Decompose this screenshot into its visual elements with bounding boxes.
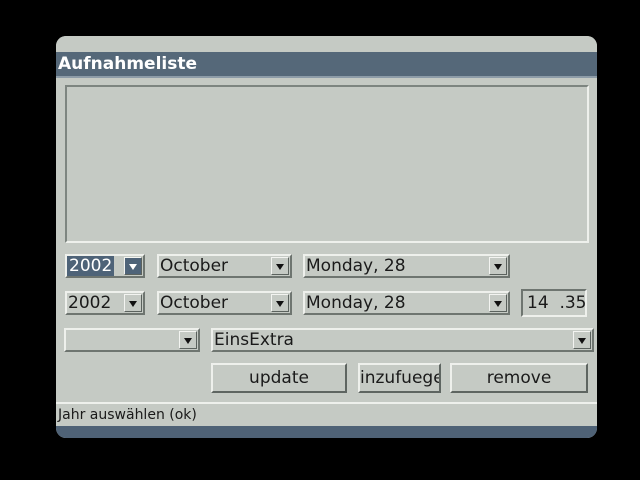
- window-title: Aufnahmeliste: [58, 54, 198, 74]
- title-bar: Aufnahmeliste: [56, 52, 597, 76]
- remove-button[interactable]: remove: [450, 363, 588, 393]
- end-day-select[interactable]: Monday, 28: [303, 291, 510, 315]
- end-month-value: October: [160, 293, 229, 313]
- start-year-select[interactable]: 2002: [65, 254, 145, 278]
- status-bar: Jahr auswählen (ok): [56, 402, 597, 426]
- chevron-down-icon[interactable]: [124, 294, 142, 312]
- chevron-down-icon[interactable]: [271, 257, 289, 275]
- recording-list-window: Aufnahmeliste 2002 October Monday, 28 20…: [56, 36, 597, 438]
- end-day-value: Monday, 28: [306, 293, 406, 313]
- status-text: Jahr auswählen (ok): [58, 407, 197, 423]
- chevron-down-icon[interactable]: [489, 294, 507, 312]
- add-button[interactable]: inzufuege: [358, 363, 441, 393]
- chevron-down-icon[interactable]: [271, 294, 289, 312]
- channel-select[interactable]: EinsExtra: [211, 328, 594, 352]
- title-divider: [56, 76, 597, 78]
- channel-value: EinsExtra: [214, 330, 294, 350]
- window-top-edge: [56, 36, 597, 52]
- start-month-value: October: [160, 256, 229, 276]
- chevron-down-icon[interactable]: [573, 331, 591, 349]
- end-month-select[interactable]: October: [157, 291, 292, 315]
- end-time-field[interactable]: 14 .35: [521, 289, 587, 317]
- recording-list-box[interactable]: [65, 85, 589, 243]
- window-bottom-edge: [56, 426, 597, 438]
- chevron-down-icon[interactable]: [124, 257, 142, 275]
- end-year-value: 2002: [68, 293, 112, 313]
- end-time-value: 14 .35: [527, 293, 587, 313]
- start-month-select[interactable]: October: [157, 254, 292, 278]
- start-day-select[interactable]: Monday, 28: [303, 254, 510, 278]
- start-year-value: 2002: [67, 256, 115, 276]
- end-year-select[interactable]: 2002: [65, 291, 145, 315]
- update-button[interactable]: update: [211, 363, 347, 393]
- chevron-down-icon[interactable]: [489, 257, 507, 275]
- start-day-value: Monday, 28: [306, 256, 406, 276]
- chevron-down-icon[interactable]: [179, 331, 197, 349]
- type-select[interactable]: [64, 328, 200, 352]
